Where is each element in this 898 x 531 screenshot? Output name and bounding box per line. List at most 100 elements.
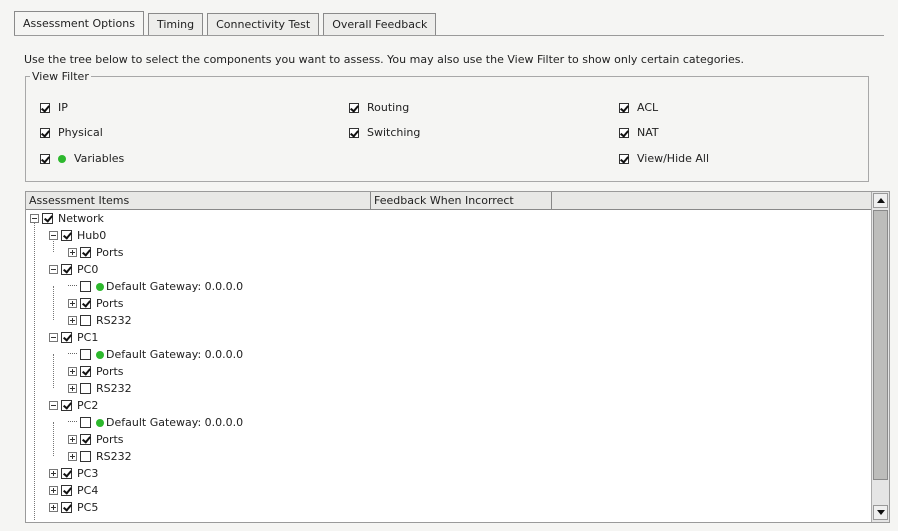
expand-icon[interactable]	[68, 435, 77, 444]
tree-node-label: Ports	[96, 246, 124, 259]
filter-routing[interactable]: Routing	[349, 101, 409, 114]
checkbox-view-hide-all[interactable]	[619, 153, 629, 164]
tree-node[interactable]: Default Gateway: 0.0.0.0	[68, 346, 243, 363]
expand-icon[interactable]	[68, 299, 77, 308]
tree-node[interactable]: Ports	[68, 363, 124, 380]
tree-node-label: RS232	[96, 314, 132, 327]
tree-checkbox[interactable]	[61, 400, 72, 411]
tree-node[interactable]: Ports	[68, 295, 124, 312]
expand-icon[interactable]	[68, 384, 77, 393]
collapse-icon[interactable]	[49, 333, 58, 342]
expand-icon[interactable]	[49, 503, 58, 512]
tree-node-label: RS232	[96, 450, 132, 463]
tree-checkbox[interactable]	[80, 315, 91, 326]
tab-overall-feedback[interactable]: Overall Feedback	[323, 13, 437, 36]
filter-switching[interactable]: Switching	[349, 126, 420, 139]
tree-node[interactable]: Network	[30, 210, 104, 227]
tree-node[interactable]: RS232	[68, 380, 132, 397]
tree-node[interactable]: RS232	[68, 448, 132, 465]
tree-node[interactable]: Ports	[68, 431, 124, 448]
expand-icon[interactable]	[68, 367, 77, 376]
filter-variables[interactable]: Variables	[40, 152, 124, 165]
filter-physical[interactable]: Physical	[40, 126, 103, 139]
column-header-empty	[552, 192, 871, 209]
tree-node-label: Ports	[96, 433, 124, 446]
tree-node-label: Default Gateway: 0.0.0.0	[106, 416, 244, 429]
tree-node[interactable]: Ports	[68, 244, 124, 261]
tree-node[interactable]: PC5	[49, 499, 98, 516]
tree-checkbox[interactable]	[61, 502, 72, 513]
scroll-thumb[interactable]	[873, 210, 888, 480]
filter-view-hide-all[interactable]: View/Hide All	[619, 152, 709, 165]
checkbox-physical[interactable]	[40, 127, 50, 138]
scroll-down-icon[interactable]	[873, 505, 888, 520]
tree-checkbox[interactable]	[80, 298, 91, 309]
tree-checkbox[interactable]	[61, 264, 72, 275]
tree-node[interactable]: Default Gateway: 0.0.0.0	[68, 278, 243, 295]
tab-connectivity-test[interactable]: Connectivity Test	[207, 13, 320, 36]
filter-ip[interactable]: IP	[40, 101, 68, 114]
tree-checkbox[interactable]	[80, 366, 91, 377]
expand-icon[interactable]	[68, 316, 77, 325]
tree-node[interactable]: PC4	[49, 482, 98, 499]
filter-label: View/Hide All	[637, 152, 710, 165]
tree-node[interactable]: PC2	[49, 397, 98, 414]
tree-checkbox[interactable]	[80, 383, 91, 394]
tree-checkbox[interactable]	[42, 213, 53, 224]
expand-icon[interactable]	[49, 469, 58, 478]
filter-acl[interactable]: ACL	[619, 101, 658, 114]
checkbox-routing[interactable]	[349, 102, 359, 113]
checkbox-variables[interactable]	[40, 153, 50, 164]
view-filter-legend: View Filter	[32, 70, 89, 83]
tree-checkbox[interactable]	[80, 417, 91, 428]
tree-checkbox[interactable]	[61, 230, 72, 241]
tree-node-label: Hub0	[77, 229, 107, 242]
green-dot-icon	[96, 350, 104, 359]
column-header-feedback[interactable]: Feedback When Incorrect	[371, 192, 552, 209]
filter-label: Physical	[58, 126, 103, 139]
checkbox-nat[interactable]	[619, 127, 629, 138]
tree-checkbox[interactable]	[80, 451, 91, 462]
expand-icon[interactable]	[49, 486, 58, 495]
tree-node[interactable]: Default Gateway: 0.0.0.0	[68, 414, 243, 431]
tree-node[interactable]: RS232	[68, 312, 132, 329]
filter-label: ACL	[637, 101, 659, 114]
filter-label: NAT	[637, 126, 659, 139]
tree-node[interactable]: Hub0	[49, 227, 106, 244]
tree-checkbox[interactable]	[61, 332, 72, 343]
tree-checkbox[interactable]	[61, 468, 72, 479]
tree-checkbox[interactable]	[80, 281, 91, 292]
tree-node-label: PC2	[77, 399, 99, 412]
tree-connector	[68, 421, 77, 422]
expand-icon[interactable]	[68, 248, 77, 257]
checkbox-switching[interactable]	[349, 127, 359, 138]
tree-node[interactable]: PC1	[49, 329, 98, 346]
tree-node-label: PC5	[77, 501, 99, 514]
expand-icon[interactable]	[68, 452, 77, 461]
tab-assessment-options[interactable]: Assessment Options	[14, 11, 144, 36]
tree-node-label: Ports	[96, 297, 124, 310]
instructions-text: Use the tree below to select the compone…	[24, 53, 744, 66]
checkbox-ip[interactable]	[40, 102, 50, 113]
tree-node[interactable]: PC3	[49, 465, 98, 482]
tree-node[interactable]: PC0	[49, 261, 98, 278]
tab-timing[interactable]: Timing	[147, 13, 204, 36]
checkbox-acl[interactable]	[619, 102, 629, 113]
tree-checkbox[interactable]	[80, 247, 91, 258]
tree-checkbox[interactable]	[61, 485, 72, 496]
tab-divider	[14, 35, 884, 36]
tree-node-label: Network	[58, 212, 104, 225]
column-header-assessment-items[interactable]: Assessment Items	[26, 192, 371, 209]
green-dot-icon	[58, 154, 66, 163]
collapse-icon[interactable]	[49, 265, 58, 274]
collapse-icon[interactable]	[49, 231, 58, 240]
collapse-icon[interactable]	[49, 401, 58, 410]
collapse-icon[interactable]	[30, 214, 39, 223]
scroll-up-icon[interactable]	[873, 193, 888, 208]
filter-nat[interactable]: NAT	[619, 126, 659, 139]
tree-checkbox[interactable]	[80, 434, 91, 445]
vertical-scrollbar[interactable]	[871, 192, 889, 522]
tree-checkbox[interactable]	[80, 349, 91, 360]
assessment-grid: Assessment Items Feedback When Incorrect…	[25, 191, 890, 523]
filter-label: Variables	[74, 152, 125, 165]
